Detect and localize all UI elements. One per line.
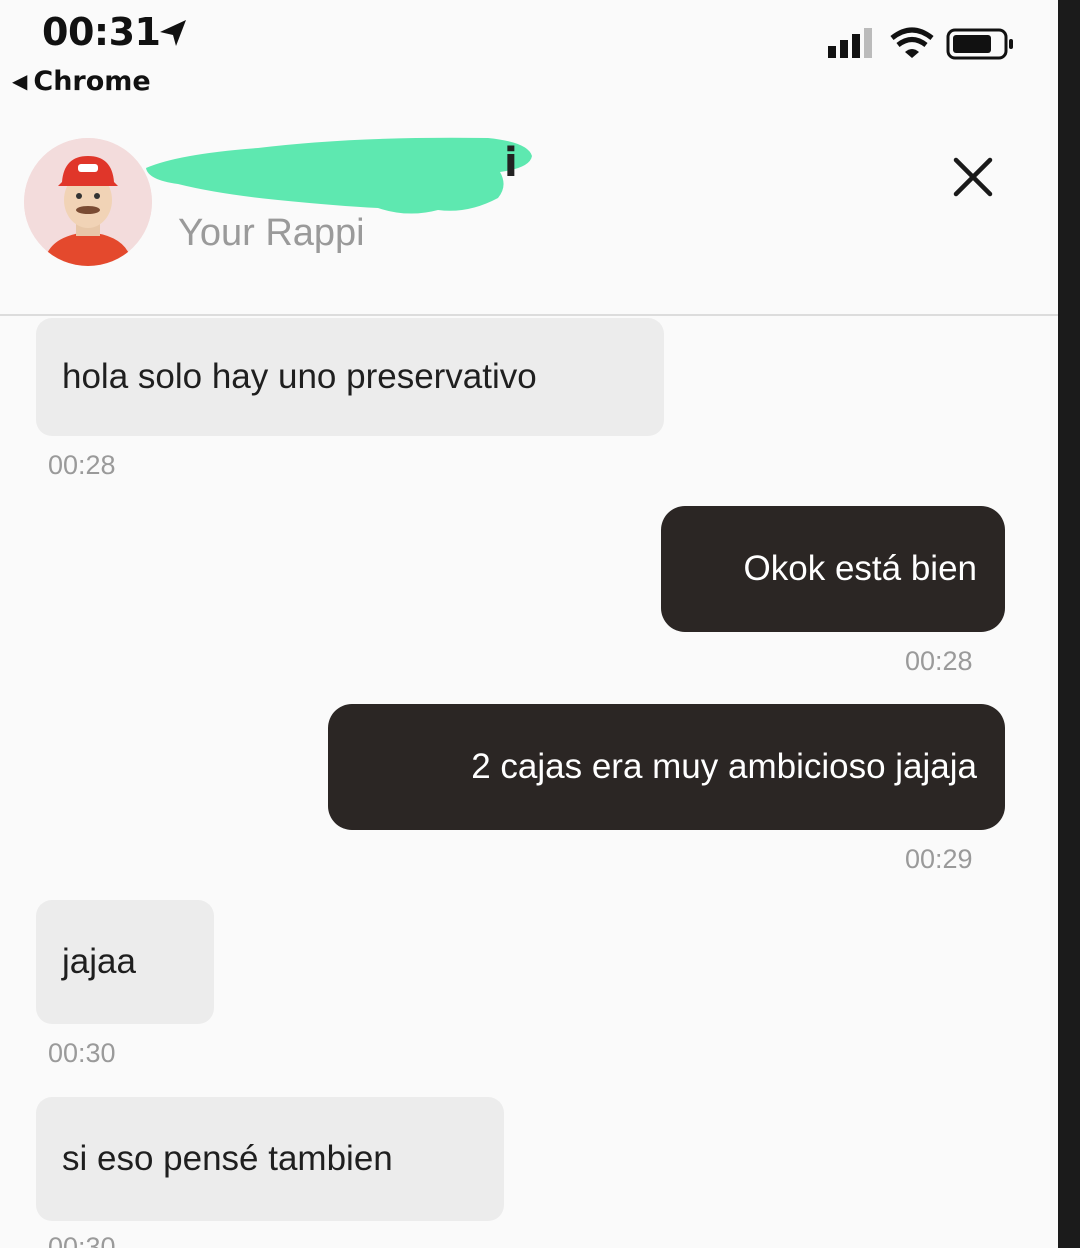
message-timestamp: 00:28 (905, 646, 973, 676)
message-bubble-outgoing: Okok está bien (661, 506, 1005, 632)
courier-avatar (24, 138, 152, 266)
contact-subtitle: Your Rappi (178, 212, 365, 254)
screen-edge (1058, 0, 1080, 1248)
chat-screen: 00:31 ◀ Chrome i Your Rappi hola solo ha… (0, 0, 1080, 1248)
battery-icon (946, 28, 1013, 60)
wifi-icon (890, 27, 934, 58)
status-time: 00:31 (42, 10, 161, 54)
message-text: hola solo hay uno preservativo (62, 357, 537, 396)
close-icon[interactable] (946, 150, 1000, 204)
message-text: Okok está bien (743, 549, 977, 588)
contact-name-visible-part: i (504, 140, 518, 186)
message-text: si eso pensé tambien (62, 1139, 393, 1178)
status-icons (828, 27, 1013, 60)
back-to-app-link[interactable]: ◀ Chrome (12, 66, 151, 97)
message-timestamp: 00:30 (48, 1232, 116, 1248)
message-bubble-outgoing: 2 cajas era muy ambicioso jajaja (328, 704, 1005, 830)
message-timestamp: 00:30 (48, 1038, 116, 1068)
location-arrow-icon (160, 20, 186, 46)
message-bubble-incoming: jajaa (36, 900, 214, 1024)
message-text: jajaa (62, 942, 136, 981)
back-app-label: Chrome (33, 66, 151, 97)
signal-icon (828, 28, 872, 58)
header-divider (0, 314, 1058, 316)
message-timestamp: 00:29 (905, 844, 973, 874)
message-text: 2 cajas era muy ambicioso jajaja (471, 747, 977, 786)
back-triangle-icon: ◀ (12, 69, 28, 93)
message-bubble-incoming: hola solo hay uno preservativo (36, 318, 664, 436)
message-bubble-incoming: si eso pensé tambien (36, 1097, 504, 1221)
message-timestamp: 00:28 (48, 450, 116, 480)
